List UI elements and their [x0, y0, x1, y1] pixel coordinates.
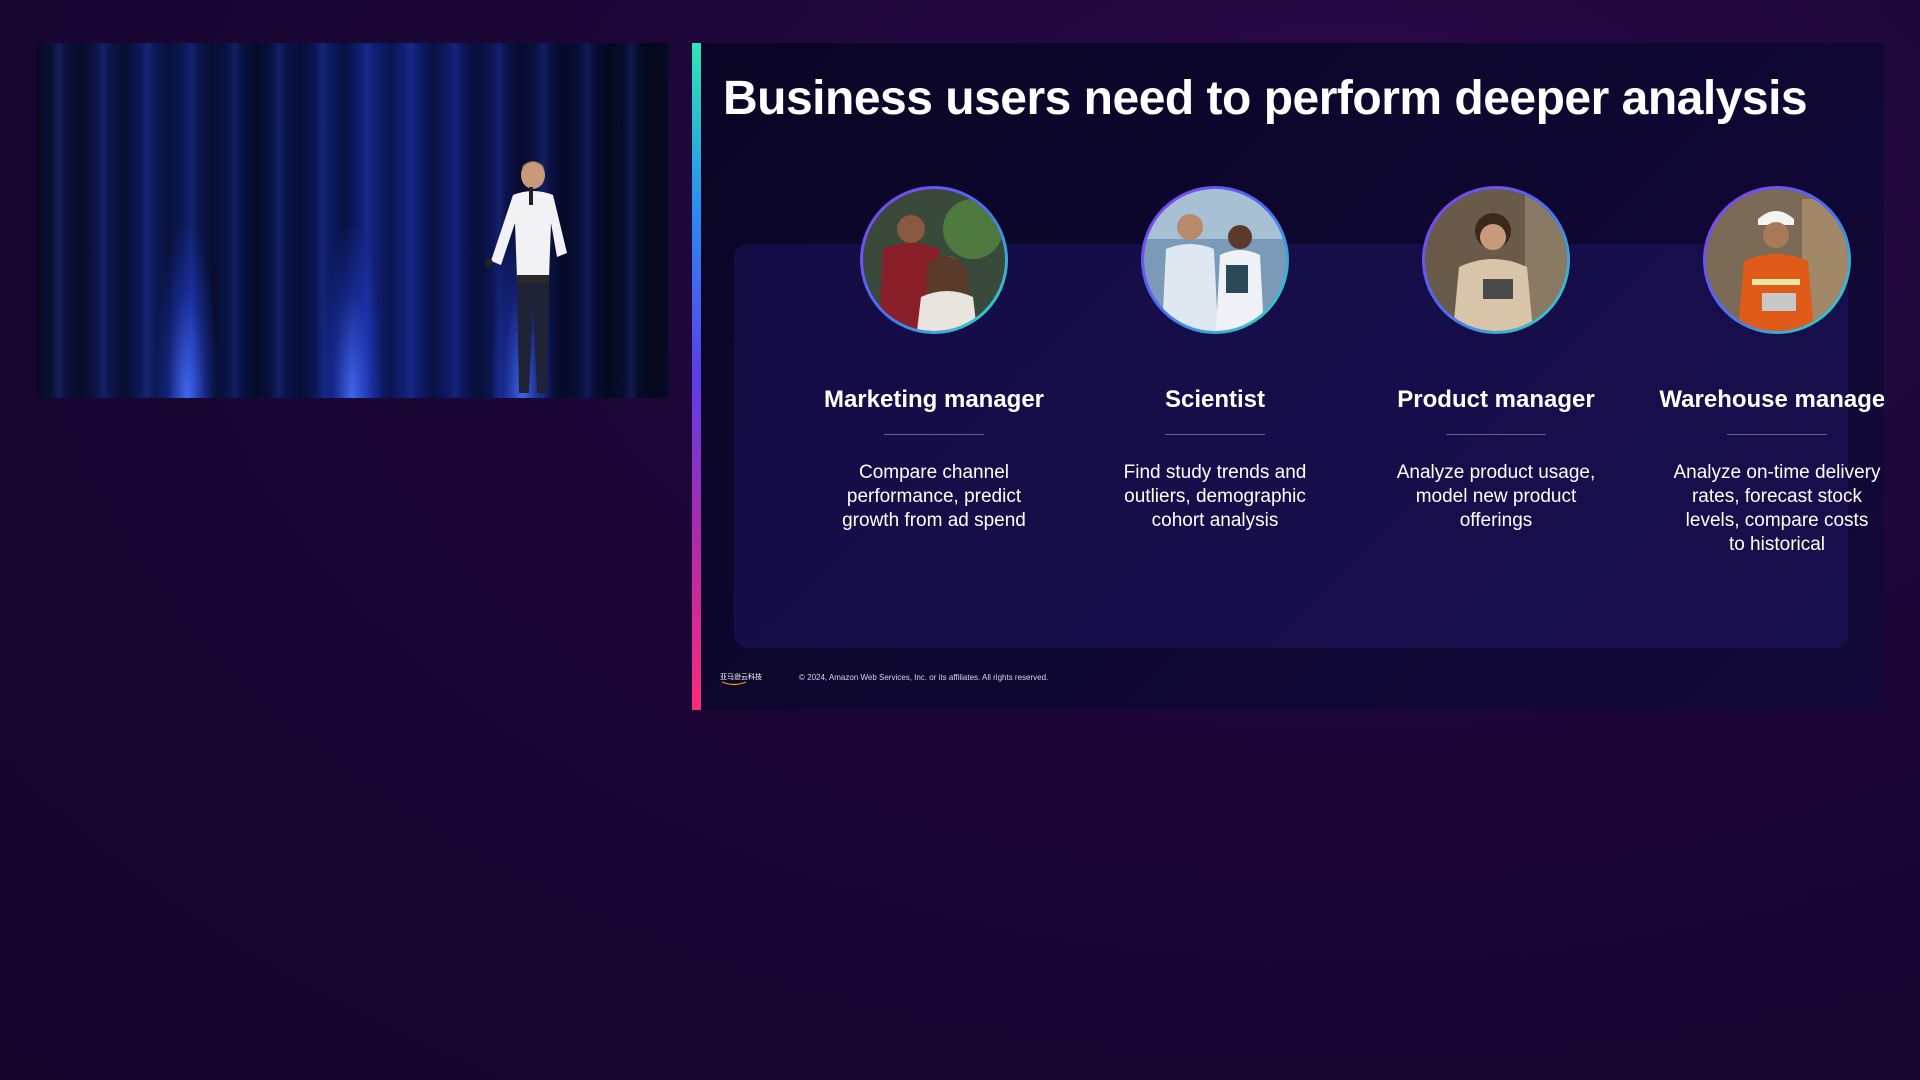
- product-photo-icon: [1425, 189, 1567, 331]
- persona-card-product: Product manager Analyze product usage, m…: [1361, 186, 1631, 533]
- stage-light: [157, 228, 217, 398]
- avatar-ring: [860, 186, 1008, 334]
- stage-light: [322, 228, 382, 398]
- persona-divider: [1727, 434, 1827, 435]
- persona-divider: [1446, 434, 1546, 435]
- persona-divider: [884, 434, 984, 435]
- persona-description: Find study trends and outliers, demograp…: [1123, 462, 1307, 531]
- persona-card-scientist: Scientist Find study trends and outliers…: [1080, 186, 1350, 533]
- persona-card-warehouse: Warehouse manager Analyze on-time delive…: [1642, 186, 1884, 557]
- persona-title: Scientist: [1164, 386, 1266, 413]
- company-logo: 亚马逊云科技: [720, 671, 764, 687]
- avatar-ring: [1703, 186, 1851, 334]
- speaker-video: [37, 43, 669, 398]
- persona-description: Compare channel performance, predict gro…: [842, 462, 1026, 531]
- persona-card-marketing: Marketing manager Compare channel perfor…: [799, 186, 1069, 533]
- persona-description: Analyze on-time delivery rates, forecast…: [1673, 462, 1881, 555]
- slide-title: Business users need to perform deeper an…: [723, 72, 1808, 125]
- svg-text:亚马逊云科技: 亚马逊云科技: [720, 672, 762, 681]
- avatar-ring: [1422, 186, 1570, 334]
- warehouse-photo-icon: [1706, 189, 1848, 331]
- marketing-photo-icon: [863, 189, 1005, 331]
- slide-accent-bar: [692, 43, 701, 710]
- persona-title: Product manager: [1397, 386, 1595, 413]
- avatar-ring: [1141, 186, 1289, 334]
- persona-title: Warehouse manager: [1659, 386, 1884, 413]
- persona-divider: [1165, 434, 1265, 435]
- persona-title: Marketing manager: [823, 386, 1045, 413]
- persona-description: Analyze product usage, model new product…: [1396, 462, 1596, 531]
- copyright-text: © 2024, Amazon Web Services, Inc. or its…: [799, 673, 1049, 682]
- scientist-photo-icon: [1144, 189, 1286, 331]
- presentation-slide: Business users need to perform deeper an…: [692, 43, 1884, 710]
- presenter-figure: [485, 161, 567, 393]
